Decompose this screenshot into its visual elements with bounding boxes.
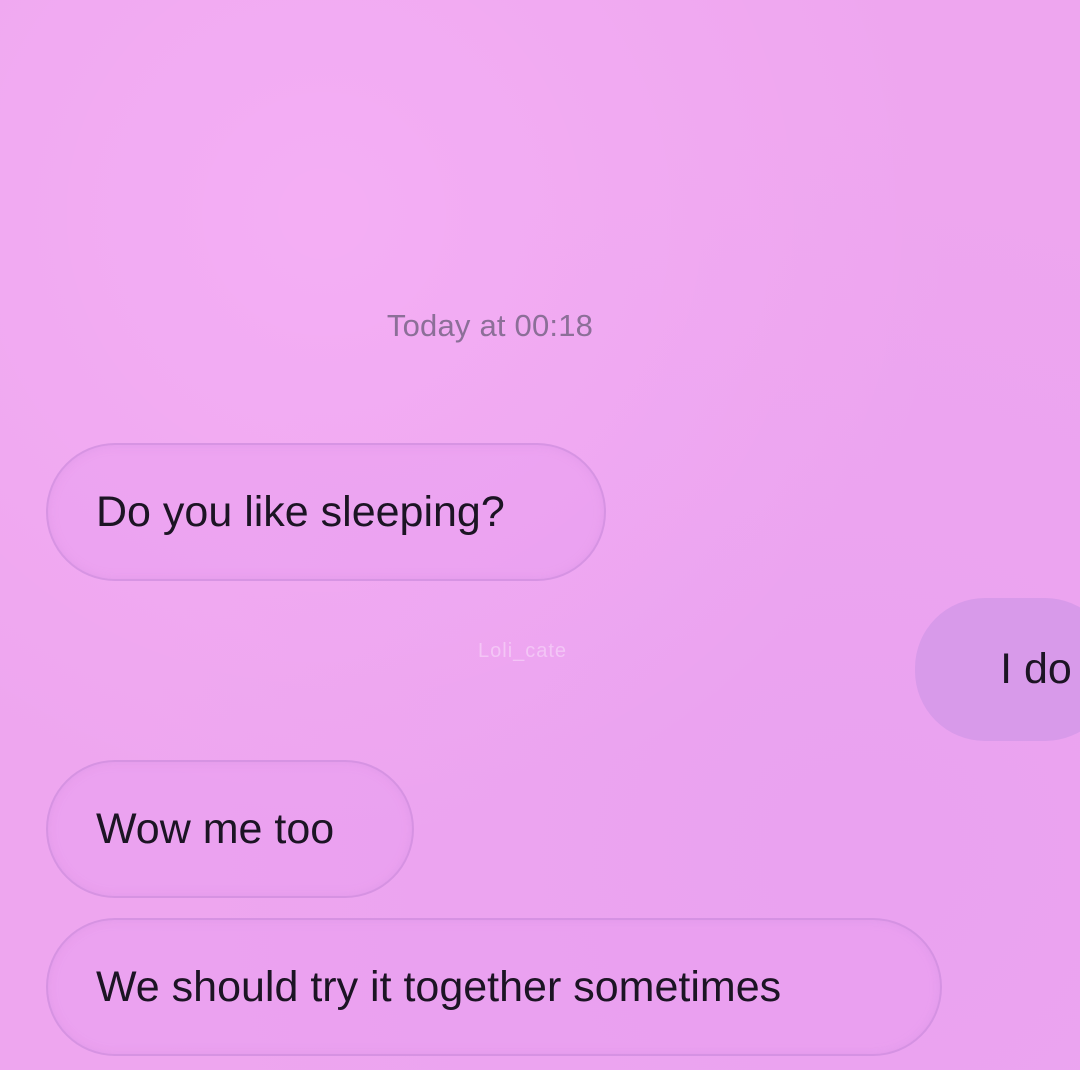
received-message-bubble[interactable]: Wow me too [46,760,414,898]
message-text: We should try it together sometimes [96,962,782,1011]
sent-message-bubble[interactable]: I do [915,598,1080,741]
message-text: Do you like sleeping? [96,487,505,536]
message-text: I do [1000,645,1072,693]
received-message-bubble[interactable]: We should try it together sometimes [46,918,942,1056]
watermark-text: Loli_cate [478,640,568,662]
message-thread: Today at 00:18 Do you like sleeping? Lol… [0,0,1080,1070]
message-text: Wow me too [96,804,335,853]
timestamp-label: Today at 00:18 [386,308,594,343]
received-message-bubble[interactable]: Do you like sleeping? [46,443,606,581]
